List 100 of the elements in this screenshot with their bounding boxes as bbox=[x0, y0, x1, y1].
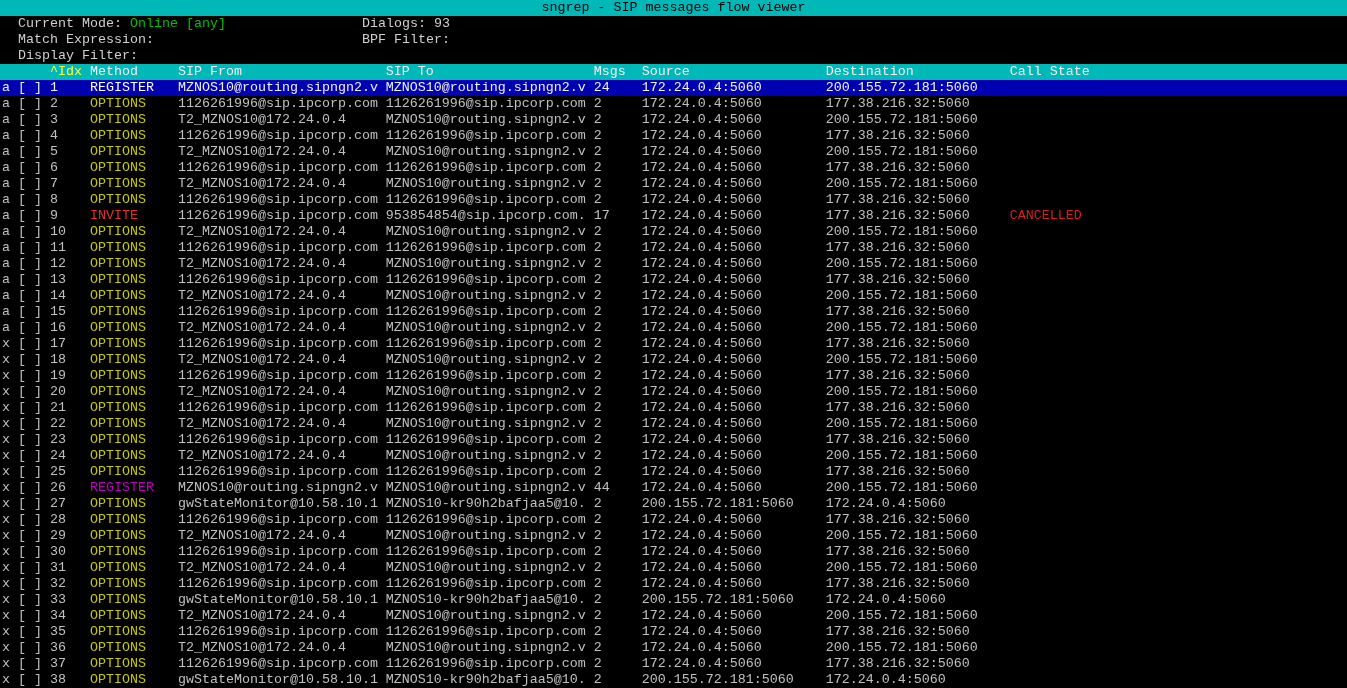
table-cell-text: 10 bbox=[49, 224, 67, 240]
table-row[interactable]: x [ ] 32 OPTIONS 1126261996@sip.ipcorp.com 1126261996@sip.ipcorp.com 2 172.24.0.4:5060 177.38.216.32:5060 bbox=[0, 576, 1347, 592]
table-row[interactable]: x [ ] 27 OPTIONS gwStateMonitor@10.58.10.1 MZNOS10-kr90h2bafjaa5@10. 2 200.155.72.181:5060 172.24.0.4:5060 bbox=[0, 496, 1347, 512]
table-row[interactable]: a [ ] 13 OPTIONS 1126261996@sip.ipcorp.com 1126261996@sip.ipcorp.com 2 172.24.0.4:5060 177.38.216.32:5060 bbox=[0, 272, 1347, 288]
table-cell-text: MZNOS10@routing.sipngn2.v bbox=[385, 256, 587, 272]
table-row[interactable]: a [ ] 15 OPTIONS 1126261996@sip.ipcorp.com 1126261996@sip.ipcorp.com 2 172.24.0.4:5060 177.38.216.32:5060 bbox=[0, 304, 1347, 320]
table-row[interactable]: a [ ] 8 OPTIONS 1126261996@sip.ipcorp.com 1126261996@sip.ipcorp.com 2 172.24.0.4:5060 177.38.216.32:5060 bbox=[0, 192, 1347, 208]
table-cell-text: 172.24.0.4:5060 bbox=[641, 240, 763, 256]
table-cell-text: 200.155.72.181:5060 bbox=[641, 672, 795, 688]
table-cell-text: 177.38.216.32:5060 bbox=[825, 464, 971, 480]
table-cell-text: a bbox=[2, 144, 11, 160]
table-cell-text: MZNOS10@routing.sipngn2.v bbox=[385, 608, 587, 624]
table-cell-text: 2 bbox=[593, 288, 603, 304]
table-row[interactable]: x [ ] 21 OPTIONS 1126261996@sip.ipcorp.com 1126261996@sip.ipcorp.com 2 172.24.0.4:5060 177.38.216.32:5060 bbox=[0, 400, 1347, 416]
table-cell-text: 172.24.0.4:5060 bbox=[641, 256, 763, 272]
table-cell-text: OPTIONS bbox=[89, 464, 147, 480]
table-row[interactable]: a [ ] 16 OPTIONS T2_MZNOS10@172.24.0.4 MZNOS10@routing.sipngn2.v 2 172.24.0.4:5060 200.155.72.181:5060 bbox=[0, 320, 1347, 336]
table-row[interactable]: x [ ] 28 OPTIONS 1126261996@sip.ipcorp.com 1126261996@sip.ipcorp.com 2 172.24.0.4:5060 177.38.216.32:5060 bbox=[0, 512, 1347, 528]
table-cell-text: MZNOS10-kr90h2bafjaa5@10. bbox=[385, 496, 587, 512]
table-row[interactable]: x [ ] 33 OPTIONS gwStateMonitor@10.58.10.1 MZNOS10-kr90h2bafjaa5@10. 2 200.155.72.181:5060 172.24.0.4:5060 bbox=[0, 592, 1347, 608]
table-cell-text: gwStateMonitor@10.58.10.1 bbox=[177, 672, 379, 688]
table-row[interactable]: a [ ] 6 OPTIONS 1126261996@sip.ipcorp.com 1126261996@sip.ipcorp.com 2 172.24.0.4:5060 177.38.216.32:5060 bbox=[0, 160, 1347, 176]
table-cell-text: 172.24.0.4:5060 bbox=[641, 144, 763, 160]
table-row[interactable]: x [ ] 30 OPTIONS 1126261996@sip.ipcorp.com 1126261996@sip.ipcorp.com 2 172.24.0.4:5060 177.38.216.32:5060 bbox=[0, 544, 1347, 560]
table-cell-text: T2_MZNOS10@172.24.0.4 bbox=[177, 528, 347, 544]
table-row[interactable]: a [ ] 1 REGISTER MZNOS10@routing.sipngn2.v MZNOS10@routing.sipngn2.v 24 172.24.0.4:5060 200.155.72.181:5060 bbox=[0, 80, 1347, 96]
table-cell-text: 200.155.72.181:5060 bbox=[825, 480, 979, 496]
table-cell-text: 3 bbox=[49, 112, 59, 128]
table-cell-text: 172.24.0.4:5060 bbox=[641, 640, 763, 656]
table-row[interactable]: x [ ] 20 OPTIONS T2_MZNOS10@172.24.0.4 MZNOS10@routing.sipngn2.v 2 172.24.0.4:5060 200.155.72.181:5060 bbox=[0, 384, 1347, 400]
table-cell-text: 16 bbox=[49, 320, 67, 336]
table-row[interactable]: a [ ] 11 OPTIONS 1126261996@sip.ipcorp.com 1126261996@sip.ipcorp.com 2 172.24.0.4:5060 177.38.216.32:5060 bbox=[0, 240, 1347, 256]
table-cell-text: [ ] bbox=[18, 288, 43, 304]
table-row[interactable]: x [ ] 26 REGISTER MZNOS10@routing.sipngn2.v MZNOS10@routing.sipngn2.v 44 172.24.0.4:5060 200.155.72.181:5060 bbox=[0, 480, 1347, 496]
table-cell-text: OPTIONS bbox=[89, 672, 147, 688]
table-cell-text: 2 bbox=[593, 432, 603, 448]
table-row[interactable]: x [ ] 29 OPTIONS T2_MZNOS10@172.24.0.4 MZNOS10@routing.sipngn2.v 2 172.24.0.4:5060 200.155.72.181:5060 bbox=[0, 528, 1347, 544]
table-cell-text: 200.155.72.181:5060 bbox=[825, 80, 979, 96]
table-cell-text: 1126261996@sip.ipcorp.com bbox=[385, 576, 587, 592]
table-cell-text: [ ] bbox=[18, 528, 43, 544]
table-row[interactable]: x [ ] 35 OPTIONS 1126261996@sip.ipcorp.com 1126261996@sip.ipcorp.com 2 172.24.0.4:5060 177.38.216.32:5060 bbox=[0, 624, 1347, 640]
table-row[interactable]: x [ ] 31 OPTIONS T2_MZNOS10@172.24.0.4 MZNOS10@routing.sipngn2.v 2 172.24.0.4:5060 200.155.72.181:5060 bbox=[0, 560, 1347, 576]
table-cell-text: x bbox=[2, 624, 11, 640]
table-row[interactable]: x [ ] 23 OPTIONS 1126261996@sip.ipcorp.com 1126261996@sip.ipcorp.com 2 172.24.0.4:5060 177.38.216.32:5060 bbox=[0, 432, 1347, 448]
table-row[interactable]: x [ ] 17 OPTIONS 1126261996@sip.ipcorp.com 1126261996@sip.ipcorp.com 2 172.24.0.4:5060 177.38.216.32:5060 bbox=[0, 336, 1347, 352]
table-row[interactable]: a [ ] 5 OPTIONS T2_MZNOS10@172.24.0.4 MZNOS10@routing.sipngn2.v 2 172.24.0.4:5060 200.155.72.181:5060 bbox=[0, 144, 1347, 160]
table-row[interactable]: a [ ] 4 OPTIONS 1126261996@sip.ipcorp.com 1126261996@sip.ipcorp.com 2 172.24.0.4:5060 177.38.216.32:5060 bbox=[0, 128, 1347, 144]
table-cell-text: OPTIONS bbox=[89, 96, 147, 112]
table-cell-text: 1126261996@sip.ipcorp.com bbox=[385, 368, 587, 384]
table-row[interactable]: x [ ] 18 OPTIONS T2_MZNOS10@172.24.0.4 MZNOS10@routing.sipngn2.v 2 172.24.0.4:5060 200.155.72.181:5060 bbox=[0, 352, 1347, 368]
table-cell-text: MZNOS10@routing.sipngn2.v bbox=[177, 80, 379, 96]
table-cell-text: OPTIONS bbox=[89, 160, 147, 176]
table-cell-text: OPTIONS bbox=[89, 336, 147, 352]
table-cell-text: OPTIONS bbox=[89, 544, 147, 560]
table-cell-text: [ ] bbox=[18, 336, 43, 352]
table-row[interactable]: a [ ] 10 OPTIONS T2_MZNOS10@172.24.0.4 MZNOS10@routing.sipngn2.v 2 172.24.0.4:5060 200.155.72.181:5060 bbox=[0, 224, 1347, 240]
table-cell-text: 172.24.0.4:5060 bbox=[641, 320, 763, 336]
table-cell-text: 1126261996@sip.ipcorp.com bbox=[177, 544, 379, 560]
table-cell-text: OPTIONS bbox=[89, 496, 147, 512]
table-cell-text: 177.38.216.32:5060 bbox=[825, 160, 971, 176]
table-cell-text: REGISTER bbox=[89, 80, 155, 96]
table-cell-text: MZNOS10@routing.sipngn2.v bbox=[385, 352, 587, 368]
table-row[interactable]: a [ ] 14 OPTIONS T2_MZNOS10@172.24.0.4 MZNOS10@routing.sipngn2.v 2 172.24.0.4:5060 200.155.72.181:5060 bbox=[0, 288, 1347, 304]
table-row[interactable]: a [ ] 7 OPTIONS T2_MZNOS10@172.24.0.4 MZNOS10@routing.sipngn2.v 2 172.24.0.4:5060 200.155.72.181:5060 bbox=[0, 176, 1347, 192]
table-cell-text: x bbox=[2, 400, 11, 416]
table-cell-text: 1126261996@sip.ipcorp.com bbox=[177, 304, 379, 320]
table-row[interactable]: x [ ] 37 OPTIONS 1126261996@sip.ipcorp.com 1126261996@sip.ipcorp.com 2 172.24.0.4:5060 177.38.216.32:5060 bbox=[0, 656, 1347, 672]
table-cell-text: OPTIONS bbox=[89, 176, 147, 192]
table-row[interactable]: a [ ] 3 OPTIONS T2_MZNOS10@172.24.0.4 MZNOS10@routing.sipngn2.v 2 172.24.0.4:5060 200.155.72.181:5060 bbox=[0, 112, 1347, 128]
table-cell-text: 1126261996@sip.ipcorp.com bbox=[177, 368, 379, 384]
table-cell-text: 30 bbox=[49, 544, 67, 560]
table-row[interactable]: x [ ] 24 OPTIONS T2_MZNOS10@172.24.0.4 MZNOS10@routing.sipngn2.v 2 172.24.0.4:5060 200.155.72.181:5060 bbox=[0, 448, 1347, 464]
table-row[interactable]: x [ ] 38 OPTIONS gwStateMonitor@10.58.10.1 MZNOS10-kr90h2bafjaa5@10. 2 200.155.72.181:5060 172.24.0.4:5060 bbox=[0, 672, 1347, 688]
table-cell-text: 1126261996@sip.ipcorp.com bbox=[177, 96, 379, 112]
table-cell-text: OPTIONS bbox=[89, 608, 147, 624]
table-row[interactable]: x [ ] 22 OPTIONS T2_MZNOS10@172.24.0.4 MZNOS10@routing.sipngn2.v 2 172.24.0.4:5060 200.155.72.181:5060 bbox=[0, 416, 1347, 432]
table-cell-text: x bbox=[2, 592, 11, 608]
table-row[interactable]: a [ ] 12 OPTIONS T2_MZNOS10@172.24.0.4 MZNOS10@routing.sipngn2.v 2 172.24.0.4:5060 200.155.72.181:5060 bbox=[0, 256, 1347, 272]
table-cell-text: 2 bbox=[593, 496, 603, 512]
table-cell-text: a bbox=[2, 112, 11, 128]
table-cell-text: OPTIONS bbox=[89, 432, 147, 448]
table-cell-text: gwStateMonitor@10.58.10.1 bbox=[177, 592, 379, 608]
table-cell-text: a bbox=[2, 304, 11, 320]
table-row[interactable]: x [ ] 19 OPTIONS 1126261996@sip.ipcorp.com 1126261996@sip.ipcorp.com 2 172.24.0.4:5060 177.38.216.32:5060 bbox=[0, 368, 1347, 384]
info-label: BPF Filter: bbox=[361, 32, 450, 48]
table-row[interactable]: x [ ] 34 OPTIONS T2_MZNOS10@172.24.0.4 MZNOS10@routing.sipngn2.v 2 172.24.0.4:5060 200.155.72.181:5060 bbox=[0, 608, 1347, 624]
table-cell-text: OPTIONS bbox=[89, 144, 147, 160]
table-row[interactable]: a [ ] 9 INVITE 1126261996@sip.ipcorp.com 953854854@sip.ipcorp.com. 17 172.24.0.4:5060 177.38.216.32:5060 CANCELLED bbox=[0, 208, 1347, 224]
table-cell-text: 20 bbox=[49, 384, 67, 400]
table-cell-text: 1126261996@sip.ipcorp.com bbox=[177, 160, 379, 176]
table-cell-text: 1126261996@sip.ipcorp.com bbox=[385, 272, 587, 288]
table-cell-text: 8 bbox=[49, 192, 59, 208]
table-cell-text: 1126261996@sip.ipcorp.com bbox=[177, 432, 379, 448]
table-row[interactable]: x [ ] 36 OPTIONS T2_MZNOS10@172.24.0.4 MZNOS10@routing.sipngn2.v 2 172.24.0.4:5060 200.155.72.181:5060 bbox=[0, 640, 1347, 656]
table-cell-text: 1126261996@sip.ipcorp.com bbox=[385, 432, 587, 448]
table-cell-text: [ ] bbox=[18, 672, 43, 688]
table-row[interactable]: a [ ] 2 OPTIONS 1126261996@sip.ipcorp.com 1126261996@sip.ipcorp.com 2 172.24.0.4:5060 177.38.216.32:5060 bbox=[0, 96, 1347, 112]
table-cell-text: 1126261996@sip.ipcorp.com bbox=[385, 400, 587, 416]
table-cell-text: OPTIONS bbox=[89, 656, 147, 672]
table-row[interactable]: x [ ] 25 OPTIONS 1126261996@sip.ipcorp.com 1126261996@sip.ipcorp.com 2 172.24.0.4:5060 177.38.216.32:5060 bbox=[0, 464, 1347, 480]
